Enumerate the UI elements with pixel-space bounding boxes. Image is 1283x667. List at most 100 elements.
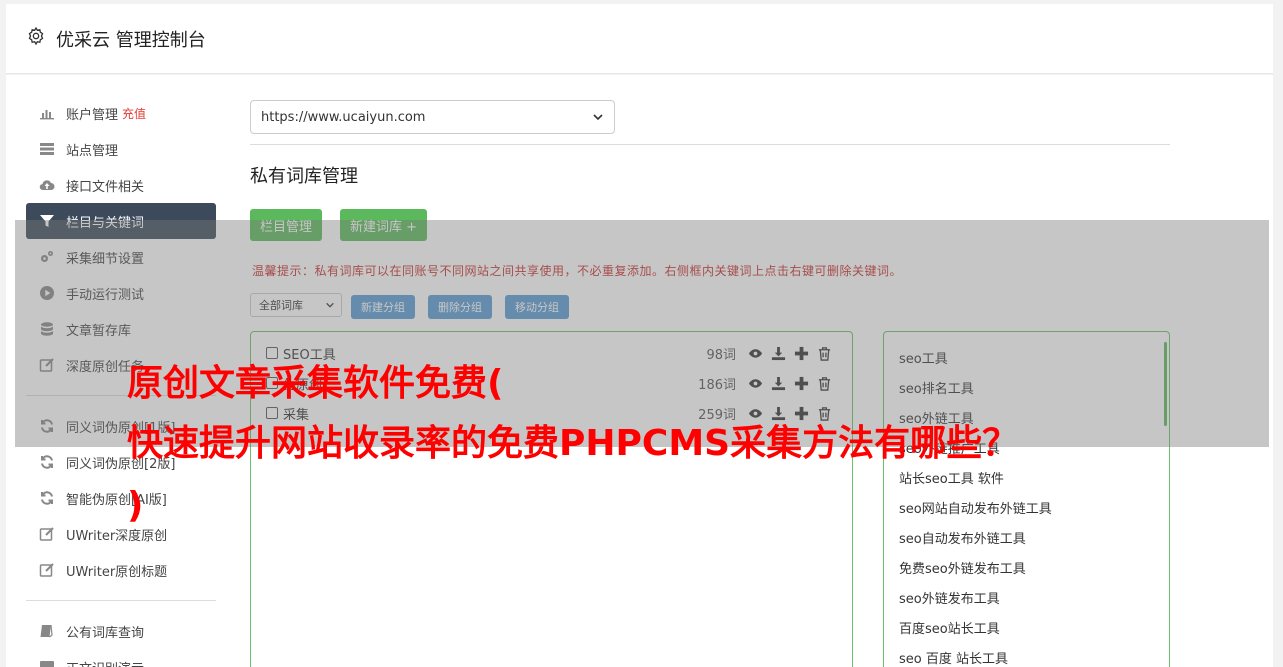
edit-icon <box>38 525 56 543</box>
lexicon-name[interactable]: SEO工具 <box>283 344 336 363</box>
app-header: 优采云 管理控制台 <box>6 4 1273 74</box>
sidebar-item-text-recognition[interactable]: 正文识别演示 <box>26 649 216 667</box>
app-title: 优采云 管理控制台 <box>56 30 206 51</box>
monitor-icon <box>38 658 56 667</box>
columns-manage-button[interactable]: 栏目管理 <box>250 209 323 241</box>
new-group-button[interactable]: 新建分组 <box>351 295 415 319</box>
list-item[interactable]: 采集 259词 <box>266 402 836 424</box>
plus-icon[interactable] <box>794 406 809 421</box>
sidebar-item-label: 正文识别演示 <box>66 658 144 667</box>
sidebar-item-sites[interactable]: 站点管理 <box>26 131 216 167</box>
sidebar-item-label: 深度原创任务 <box>66 359 145 375</box>
trash-icon[interactable] <box>817 376 832 391</box>
sidebar-item-label: 同义词伪原创[1版] <box>66 420 176 436</box>
play-circle-icon <box>38 284 56 302</box>
sidebar-item-article-store[interactable]: 文章暂存库 <box>26 311 216 347</box>
lexicon-name[interactable]: 采集 <box>283 404 309 423</box>
sidebar-item-public-lexicon[interactable]: 公有词库查询 <box>26 613 216 649</box>
row-actions <box>748 376 832 391</box>
delete-group-button[interactable]: 删除分组 <box>428 295 492 319</box>
list-item[interactable]: 伪原创 186词 <box>266 372 836 394</box>
sidebar-item-synonym-v2[interactable]: 同义词伪原创[2版] <box>26 444 216 480</box>
sidebar-item-ai-rewrite[interactable]: 智能伪原创[AI版] <box>26 480 216 516</box>
refresh-icon <box>38 453 56 471</box>
move-group-button[interactable]: 移动分组 <box>505 295 569 319</box>
chevron-down-icon <box>326 302 334 308</box>
sidebar-item-label: 公有词库查询 <box>66 625 145 641</box>
scrollbar[interactable] <box>1164 342 1167 426</box>
download-icon[interactable] <box>771 376 786 391</box>
download-icon[interactable] <box>771 346 786 361</box>
keyword-item[interactable]: seo外链工具 <box>899 408 974 427</box>
sidebar-item-label: 采集细节设置 <box>66 251 145 267</box>
edit-icon <box>38 356 56 374</box>
sidebar-item-columns-keywords[interactable]: 栏目与关键词 <box>26 203 216 239</box>
refresh-icon <box>38 417 56 435</box>
edit-icon <box>38 561 56 579</box>
sidebar-item-synonym-v1[interactable]: 同义词伪原创[1版] <box>26 408 216 444</box>
lexicon-name[interactable]: 伪原创 <box>283 374 322 393</box>
sidebar-item-collect-settings[interactable]: 采集细节设置 <box>26 239 216 275</box>
cloud-upload-icon <box>38 176 56 194</box>
keyword-item[interactable]: seo工具 <box>899 348 948 367</box>
plus-icon[interactable] <box>794 376 809 391</box>
sidebar-item-label: 同义词伪原创[2版] <box>66 456 176 472</box>
keyword-item[interactable]: seo自动发布外链工具 <box>899 528 1026 547</box>
sidebar-item-label: 文章暂存库 <box>66 323 132 339</box>
refresh-icon <box>38 489 56 507</box>
word-count: 98词 <box>706 347 736 363</box>
sidebar-item-label: 栏目与关键词 <box>66 215 145 231</box>
keyword-item[interactable]: seo 百度 站长工具 <box>899 648 1008 667</box>
recharge-link[interactable]: 充值 <box>122 105 146 122</box>
keyword-item[interactable]: seo排名工具 <box>899 378 974 397</box>
sidebar-item-uwriter-title[interactable]: UWriter原创标题 <box>26 552 216 588</box>
row-actions <box>748 346 832 361</box>
sidebar-item-label: 站点管理 <box>66 143 119 159</box>
keyword-item[interactable]: 站长seo工具 软件 <box>899 468 1004 487</box>
new-lexicon-button[interactable]: 新建词库 + <box>340 209 428 241</box>
eye-icon[interactable] <box>748 346 763 361</box>
section-title: 私有词库管理 <box>250 166 358 187</box>
lexicon-filter-select[interactable]: 全部词库 <box>250 293 342 317</box>
word-count: 186词 <box>698 377 736 393</box>
lexicon-list-panel: SEO工具 98词 伪原创 186词 采集 259词 <box>250 331 853 667</box>
sidebar-item-label: 智能伪原创[AI版] <box>66 492 167 508</box>
sidebar-item-label: 手动运行测试 <box>66 287 145 303</box>
hint-text: 温馨提示：私有词库可以在同账号不同网站之间共享使用，不必重复添加。右侧框内关键词… <box>252 264 903 278</box>
keyword-item[interactable]: seo外链推广工具 <box>899 438 1000 457</box>
sidebar-item-label: UWriter原创标题 <box>66 564 168 580</box>
checkbox[interactable] <box>266 377 278 389</box>
keyword-item[interactable]: seo网站自动发布外链工具 <box>899 498 1052 517</box>
trash-icon[interactable] <box>817 346 832 361</box>
sidebar-item-label: UWriter深度原创 <box>66 528 168 544</box>
sidebar: 账户管理 充值 站点管理 接口文件相关 栏目与关键词 采集细节设置 手动运行测试… <box>26 95 216 667</box>
sidebar-item-uwriter-deep[interactable]: UWriter深度原创 <box>26 516 216 552</box>
eye-icon[interactable] <box>748 406 763 421</box>
book-icon <box>38 622 56 640</box>
keyword-item[interactable]: 免费seo外链发布工具 <box>899 558 1026 577</box>
chevron-down-icon <box>593 114 603 121</box>
gear-icon <box>28 26 44 46</box>
download-icon[interactable] <box>771 406 786 421</box>
site-select[interactable]: https://www.ucaiyun.com <box>250 100 615 134</box>
word-count: 259词 <box>698 407 736 423</box>
sidebar-item-label: 账户管理 <box>66 107 119 123</box>
row-actions <box>748 406 832 421</box>
keyword-item[interactable]: 百度seo站长工具 <box>899 618 1000 637</box>
filter-select-value: 全部词库 <box>259 299 303 312</box>
checkbox[interactable] <box>266 407 278 419</box>
checkbox[interactable] <box>266 347 278 359</box>
sidebar-item-interface[interactable]: 接口文件相关 <box>26 167 216 203</box>
list-item[interactable]: SEO工具 98词 <box>266 342 836 364</box>
trash-icon[interactable] <box>817 406 832 421</box>
server-icon <box>38 140 56 158</box>
keyword-item[interactable]: seo外链发布工具 <box>899 588 1000 607</box>
divider <box>250 144 1170 145</box>
sidebar-item-account[interactable]: 账户管理 充值 <box>26 95 216 131</box>
sidebar-item-deep-original-task[interactable]: 深度原创任务 <box>26 347 216 383</box>
plus-icon[interactable] <box>794 346 809 361</box>
sidebar-item-label: 接口文件相关 <box>66 179 145 195</box>
gears-icon <box>38 248 56 266</box>
eye-icon[interactable] <box>748 376 763 391</box>
sidebar-item-manual-run[interactable]: 手动运行测试 <box>26 275 216 311</box>
